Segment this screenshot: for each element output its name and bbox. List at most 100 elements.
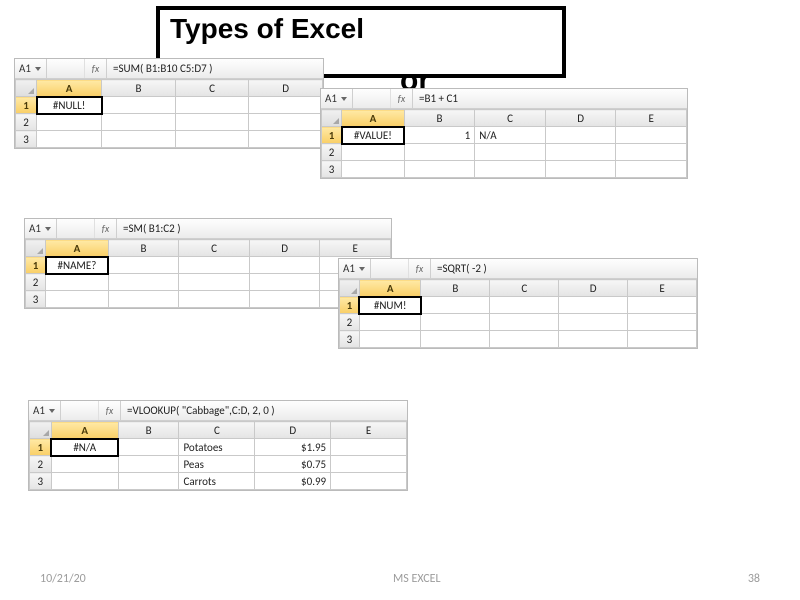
cell[interactable] [490, 331, 559, 348]
row-header[interactable]: 2 [30, 456, 52, 473]
row-header[interactable]: 3 [16, 131, 37, 148]
name-box[interactable]: A1 [339, 259, 371, 278]
col-header[interactable]: A [359, 280, 421, 297]
fx-icon[interactable]: fx [95, 219, 117, 238]
table-row[interactable]: 1 #NULL! [16, 97, 323, 114]
cell[interactable] [108, 274, 179, 291]
cell[interactable] [37, 114, 102, 131]
col-header[interactable]: A [51, 422, 118, 439]
select-all-corner[interactable] [340, 280, 360, 297]
cell[interactable] [545, 161, 616, 178]
table-row[interactable]: 2 [26, 274, 391, 291]
worksheet-grid[interactable]: A B C D E 1 #NUM! 2 3 [339, 279, 697, 348]
cell[interactable] [175, 131, 249, 148]
cell[interactable] [179, 291, 250, 308]
row-header[interactable]: 2 [16, 114, 37, 131]
col-header[interactable]: E [320, 240, 391, 257]
fx-icon[interactable]: fx [99, 401, 121, 420]
col-header[interactable]: C [179, 422, 255, 439]
worksheet-grid[interactable]: A B C D E 1 #VALUE! 1 N/A 2 3 [321, 109, 687, 178]
cell[interactable]: Potatoes [179, 439, 255, 456]
chevron-down-icon[interactable] [48, 407, 56, 415]
row-header[interactable]: 1 [322, 127, 342, 144]
table-row[interactable]: 3 [340, 331, 697, 348]
cell[interactable] [249, 97, 323, 114]
cell[interactable] [545, 127, 616, 144]
cell[interactable] [249, 131, 323, 148]
cell[interactable] [404, 161, 475, 178]
cell[interactable] [331, 439, 407, 456]
table-row[interactable]: 3 [26, 291, 391, 308]
cell[interactable] [616, 144, 687, 161]
col-header[interactable]: B [108, 240, 179, 257]
cell[interactable] [108, 257, 179, 274]
formula-bar[interactable]: =VLOOKUP( "Cabbage",C:D, 2, 0 ) [121, 401, 407, 420]
chevron-down-icon[interactable] [44, 225, 52, 233]
cell[interactable] [421, 297, 490, 314]
col-header[interactable]: D [559, 280, 628, 297]
cell[interactable] [175, 97, 249, 114]
cell[interactable] [628, 314, 697, 331]
row-header[interactable]: 1 [16, 97, 37, 114]
table-row[interactable]: 2 [322, 144, 687, 161]
fx-icon[interactable]: fx [391, 89, 413, 108]
cell-a1[interactable]: #N/A [51, 439, 118, 456]
cell[interactable] [475, 161, 546, 178]
cell[interactable] [559, 314, 628, 331]
cell[interactable] [51, 456, 118, 473]
row-header[interactable]: 2 [26, 274, 46, 291]
cell[interactable] [359, 331, 421, 348]
select-all-corner[interactable] [16, 80, 37, 97]
fx-icon[interactable]: fx [409, 259, 431, 278]
worksheet-grid[interactable]: A B C D 1 #NULL! 2 3 [15, 79, 323, 148]
table-row[interactable]: 2 [16, 114, 323, 131]
row-header[interactable]: 1 [30, 439, 52, 456]
col-header[interactable]: A [342, 110, 405, 127]
cell[interactable] [421, 314, 490, 331]
cell[interactable] [175, 114, 249, 131]
formula-bar[interactable]: =SUM( B1:B10 C5:D7 ) [107, 59, 323, 78]
table-row[interactable]: 3 [16, 131, 323, 148]
cell[interactable] [179, 257, 250, 274]
chevron-down-icon[interactable] [340, 95, 348, 103]
cell[interactable] [545, 144, 616, 161]
col-header[interactable]: B [404, 110, 475, 127]
col-header[interactable]: D [249, 80, 323, 97]
cell[interactable] [37, 131, 102, 148]
col-header[interactable]: E [616, 110, 687, 127]
col-header[interactable]: D [255, 422, 331, 439]
formula-bar[interactable]: =SQRT( -2 ) [431, 259, 697, 278]
cell[interactable]: N/A [475, 127, 546, 144]
cell[interactable] [359, 314, 421, 331]
formula-bar[interactable]: =SM( B1:C2 ) [117, 219, 391, 238]
row-header[interactable]: 3 [26, 291, 46, 308]
cell[interactable] [559, 331, 628, 348]
table-row[interactable]: 1 #NUM! [340, 297, 697, 314]
cell[interactable] [616, 161, 687, 178]
cell[interactable]: $0.75 [255, 456, 331, 473]
cell[interactable]: Peas [179, 456, 255, 473]
cell[interactable] [628, 331, 697, 348]
chevron-down-icon[interactable] [358, 265, 366, 273]
table-row[interactable]: 2 Peas $0.75 [30, 456, 407, 473]
table-row[interactable]: 2 [340, 314, 697, 331]
cell[interactable] [249, 114, 323, 131]
cell[interactable] [108, 291, 179, 308]
row-header[interactable]: 3 [340, 331, 360, 348]
cell[interactable]: Carrots [179, 473, 255, 490]
name-box[interactable]: A1 [15, 59, 47, 78]
cell[interactable]: $1.95 [255, 439, 331, 456]
select-all-corner[interactable] [26, 240, 46, 257]
select-all-corner[interactable] [30, 422, 52, 439]
table-row[interactable]: 3 Carrots $0.99 [30, 473, 407, 490]
cell[interactable] [404, 144, 475, 161]
cell[interactable] [475, 144, 546, 161]
cell[interactable] [102, 131, 176, 148]
table-row[interactable]: 1 #VALUE! 1 N/A [322, 127, 687, 144]
cell[interactable] [46, 274, 109, 291]
cell[interactable] [118, 473, 179, 490]
cell[interactable] [249, 291, 320, 308]
cell[interactable] [249, 257, 320, 274]
cell[interactable] [102, 114, 176, 131]
cell[interactable] [559, 297, 628, 314]
